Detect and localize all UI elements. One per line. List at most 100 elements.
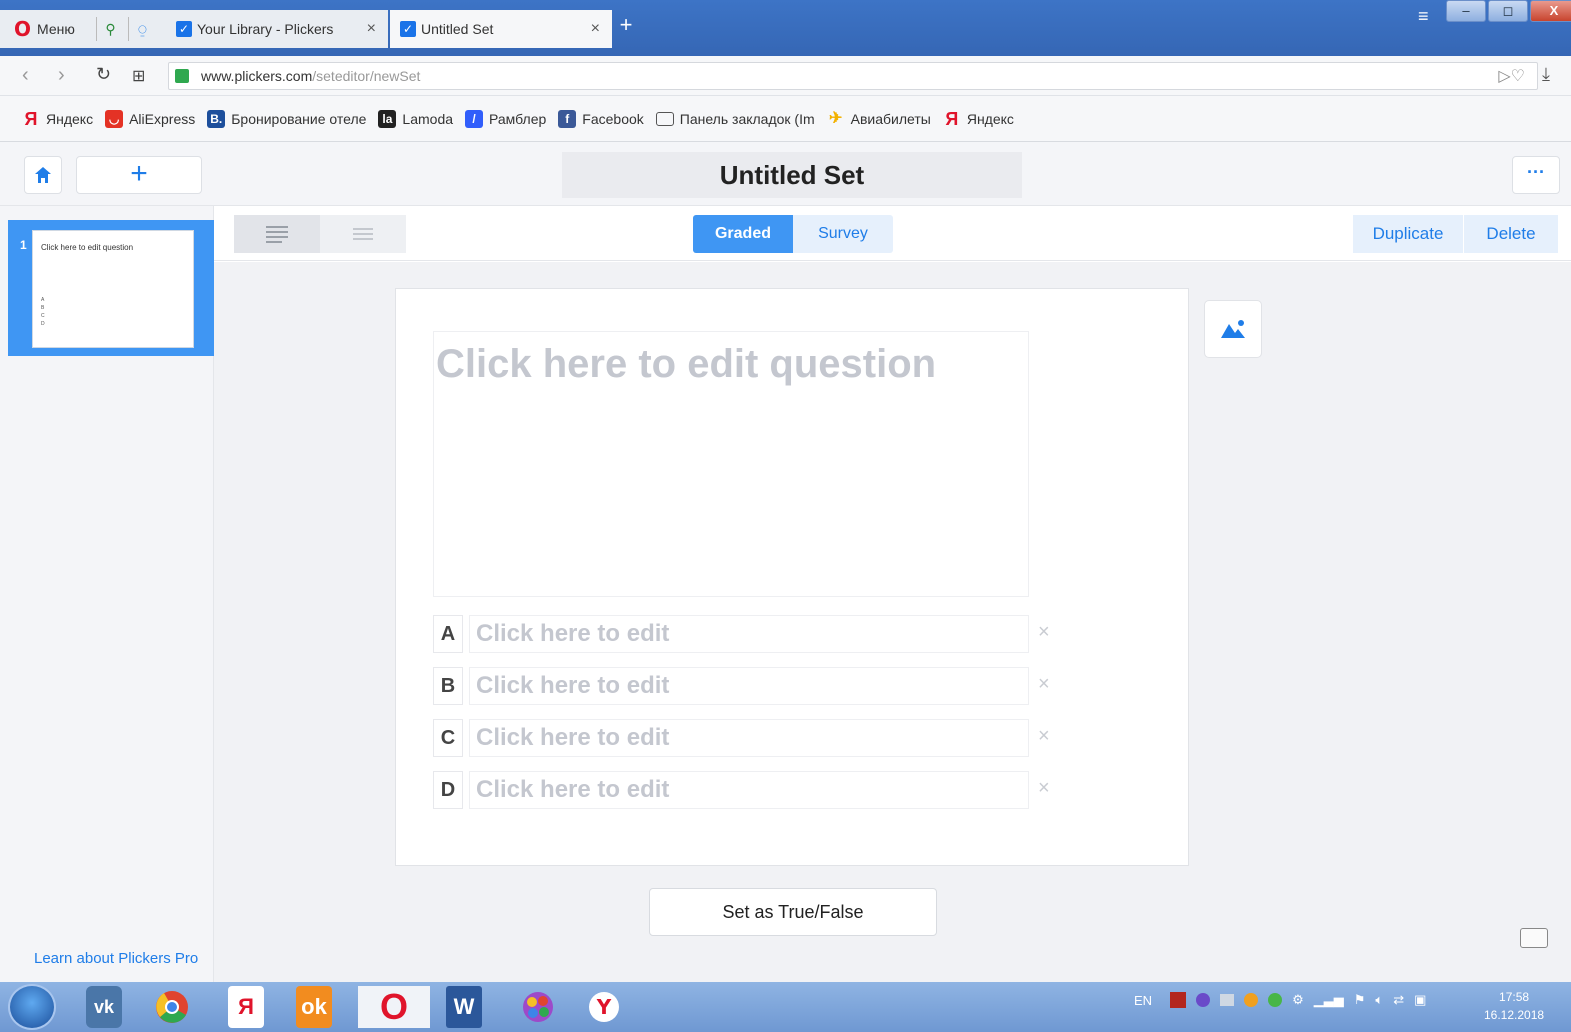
- tray-monitor-icon[interactable]: [1220, 994, 1235, 1006]
- bookmark-item[interactable]: Я Яндекс: [943, 110, 1014, 128]
- system-clock[interactable]: 17:58 16.12.2018: [1484, 988, 1544, 1024]
- tab-close-icon[interactable]: ×: [591, 20, 600, 38]
- tab-menu-icon[interactable]: ≡: [1418, 6, 1429, 27]
- bookmark-item[interactable]: Я Яндекс: [22, 108, 94, 129]
- choice-letter[interactable]: D: [433, 771, 463, 809]
- remove-choice-icon[interactable]: ×: [1038, 777, 1050, 800]
- lamoda-icon: la: [378, 109, 397, 128]
- keyboard-shortcuts-icon[interactable]: [1520, 928, 1548, 948]
- back-icon[interactable]: ‹: [22, 64, 29, 87]
- bookmark-label: Бронирование отеле: [231, 110, 367, 127]
- vk-icon[interactable]: vk: [86, 986, 122, 1028]
- choice-letter[interactable]: A: [433, 615, 463, 653]
- image-icon: [1221, 320, 1245, 338]
- set-true-false-button[interactable]: Set as True/False: [649, 888, 937, 936]
- align-left-button[interactable]: [234, 215, 320, 253]
- tab-title: Your Library - Plickers: [197, 21, 334, 37]
- tab-close-icon[interactable]: ×: [367, 20, 376, 38]
- reload-icon[interactable]: ↻: [96, 64, 111, 85]
- choice-input[interactable]: Click here to edit: [469, 615, 1029, 653]
- bike-icon[interactable]: ⚲: [96, 17, 124, 41]
- tab-title: Untitled Set: [421, 21, 494, 37]
- choice-input[interactable]: Click here to edit: [469, 667, 1029, 705]
- yandex-browser-icon[interactable]: Я: [228, 986, 264, 1028]
- url-field[interactable]: www.plickers.com/seteditor/newSet ▷♡: [168, 62, 1538, 90]
- yandex-icon: Я: [24, 108, 38, 129]
- slide-item[interactable]: 1 Click here to edit question A B C D: [8, 220, 214, 356]
- signal-icon[interactable]: ▁▃▅: [1314, 992, 1344, 1008]
- address-bar: ‹ › ↻ ⊞ www.plickers.com/seteditor/newSe…: [0, 56, 1571, 96]
- acrobat-icon[interactable]: [1170, 992, 1187, 1008]
- opera-taskbar-icon[interactable]: O: [358, 986, 430, 1028]
- url-path: /seteditor/newSet: [312, 68, 421, 84]
- home-icon: [35, 167, 51, 183]
- duplicate-button[interactable]: Duplicate: [1353, 215, 1463, 253]
- editor-canvas: Click here to edit question A Click here…: [214, 262, 1571, 982]
- bookmark-heart-icon[interactable]: ▷♡: [1498, 66, 1525, 86]
- survey-mode-button[interactable]: Survey: [793, 215, 893, 253]
- bookmarks-bar: Я Яндекс ◡ AliExpress B. Бронирование отеле…: [0, 96, 1571, 142]
- choice-letter[interactable]: B: [433, 667, 463, 705]
- minimize-icon[interactable]: –: [1446, 0, 1486, 22]
- volume-icon[interactable]: 🔈︎: [1375, 992, 1383, 1008]
- delete-button[interactable]: Delete: [1464, 215, 1558, 253]
- window-controls: – ◻ X: [1444, 0, 1571, 28]
- bookmark-item[interactable]: ✈ Авиабилеты: [827, 110, 931, 128]
- thumbnail-choice: B: [41, 305, 45, 311]
- tab-your-library[interactable]: ✓ Your Library - Plickers ×: [166, 10, 388, 48]
- maximize-icon[interactable]: ◻: [1488, 0, 1528, 22]
- close-window-icon[interactable]: X: [1530, 0, 1571, 22]
- word-icon[interactable]: W: [446, 986, 482, 1028]
- forward-icon[interactable]: ›: [58, 64, 65, 87]
- bookmark-item[interactable]: ◡ AliExpress: [105, 109, 195, 128]
- power-icon[interactable]: ▣: [1414, 992, 1426, 1008]
- yandex-y-icon[interactable]: Y: [580, 986, 628, 1028]
- add-question-button[interactable]: +: [76, 156, 202, 194]
- tray-tool-icon[interactable]: ⚙: [1292, 992, 1304, 1008]
- set-title[interactable]: Untitled Set: [562, 152, 1022, 198]
- more-options-button[interactable]: ···: [1512, 156, 1560, 194]
- choice-input[interactable]: Click here to edit: [469, 771, 1029, 809]
- bookmark-label: Авиабилеты: [850, 110, 931, 127]
- bookmark-item[interactable]: / Рамблер: [465, 109, 547, 128]
- url-host: www.plickers.com: [201, 68, 313, 84]
- download-icon[interactable]: ⤓: [1542, 64, 1550, 85]
- chrome-logo-icon: [156, 991, 188, 1023]
- network-icon[interactable]: ⇄: [1393, 992, 1404, 1008]
- chrome-icon[interactable]: [148, 986, 196, 1028]
- thumbnail-choice: C: [41, 313, 45, 319]
- tray-flower-icon[interactable]: [1244, 993, 1259, 1007]
- choice-letter[interactable]: C: [433, 719, 463, 757]
- bookmark-item[interactable]: Панель закладок (Im: [655, 111, 815, 127]
- flag-icon[interactable]: ⚑: [1354, 992, 1366, 1008]
- learn-plickers-pro-link[interactable]: Learn about Plickers Pro: [34, 950, 198, 967]
- speed-dial-icon[interactable]: ⊞: [132, 66, 145, 86]
- choice-row: B Click here to edit ×: [433, 667, 1050, 705]
- bookmark-item[interactable]: la Lamoda: [378, 109, 453, 128]
- bookmark-label: Рамблер: [489, 110, 547, 127]
- choice-input[interactable]: Click here to edit: [469, 719, 1029, 757]
- paint-icon[interactable]: [514, 986, 562, 1028]
- yandex-icon: Я: [945, 108, 959, 129]
- odnoklassniki-icon[interactable]: ok: [296, 986, 332, 1028]
- yandex-y-logo-icon: Y: [589, 992, 619, 1022]
- new-tab-button[interactable]: +: [614, 14, 638, 38]
- home-button[interactable]: [24, 156, 62, 194]
- tray-circle-icon[interactable]: [1196, 993, 1211, 1007]
- vpn-icon[interactable]: ⍜: [128, 17, 156, 41]
- question-input[interactable]: Click here to edit question: [433, 331, 1029, 597]
- language-indicator[interactable]: EN: [1134, 993, 1152, 1008]
- tab-untitled-set[interactable]: ✓ Untitled Set ×: [390, 10, 612, 48]
- start-button-icon[interactable]: [8, 984, 56, 1030]
- tray-green-icon[interactable]: [1268, 993, 1283, 1007]
- remove-choice-icon[interactable]: ×: [1038, 673, 1050, 696]
- graded-mode-button[interactable]: Graded: [693, 215, 793, 253]
- bookmark-item[interactable]: f Facebook: [558, 109, 644, 128]
- remove-choice-icon[interactable]: ×: [1038, 621, 1050, 644]
- text-align-group: [234, 215, 406, 253]
- bookmark-item[interactable]: B. Бронирование отеле: [207, 109, 367, 128]
- opera-menu-button[interactable]: O Меню: [0, 10, 92, 48]
- align-center-button[interactable]: [320, 215, 406, 253]
- add-image-button[interactable]: [1204, 300, 1262, 358]
- remove-choice-icon[interactable]: ×: [1038, 725, 1050, 748]
